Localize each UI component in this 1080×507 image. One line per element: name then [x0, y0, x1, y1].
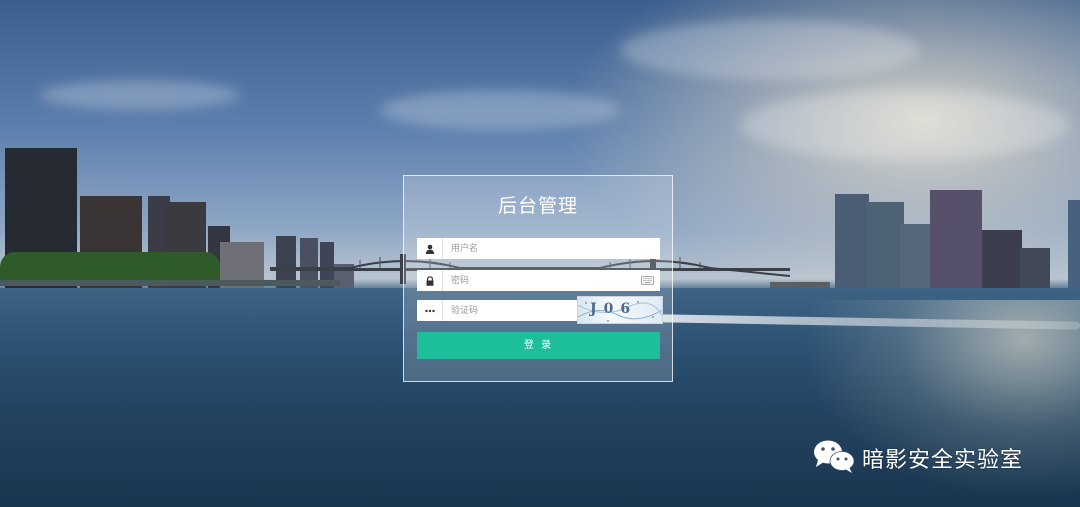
panel-title: 后台管理 — [497, 195, 578, 217]
keyboard-icon[interactable] — [638, 270, 656, 291]
captcha-field[interactable] — [417, 300, 579, 321]
username-field[interactable] — [417, 238, 660, 259]
password-input[interactable] — [443, 271, 638, 290]
left-trees — [0, 252, 220, 282]
username-input[interactable] — [443, 239, 660, 258]
wechat-icon — [812, 438, 856, 478]
right-skyline — [770, 185, 1080, 300]
login-button[interactable]: 登 录 — [417, 332, 660, 359]
password-field[interactable] — [417, 270, 660, 291]
captcha-input[interactable] — [443, 301, 579, 320]
cloud — [740, 90, 1070, 160]
cloud — [620, 20, 920, 80]
watermark-text: 暗影安全实验室 — [862, 448, 1024, 473]
login-panel: 后台管理 用户名 验证码 J06 登 录 — [403, 175, 673, 382]
cloud — [40, 80, 240, 110]
cloud — [380, 90, 620, 130]
watermark: 暗影安全实验室 — [812, 440, 1023, 476]
captcha-image[interactable]: J06 — [577, 296, 663, 324]
lock-icon — [417, 270, 443, 291]
user-icon — [417, 238, 443, 259]
captcha-text: J06 — [590, 301, 638, 317]
dots-icon — [417, 300, 443, 321]
